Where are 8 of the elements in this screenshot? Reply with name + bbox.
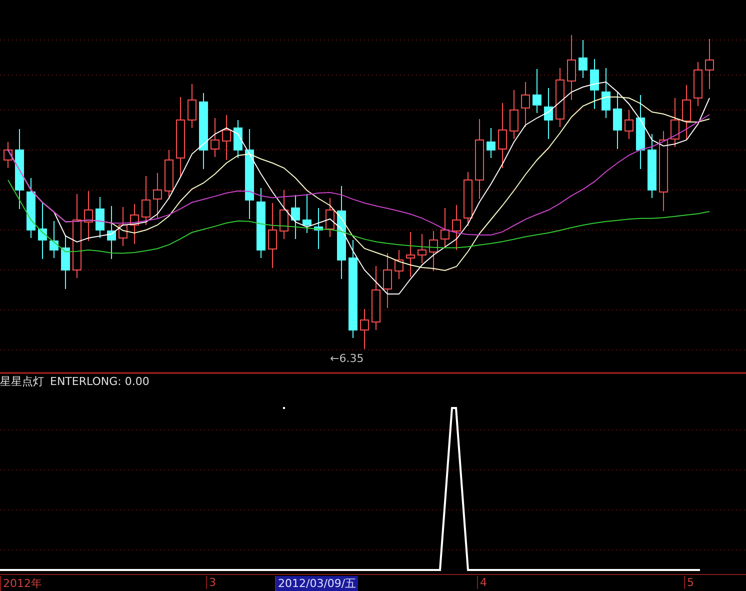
time-axis-label: 3 [206, 576, 218, 589]
time-axis-label: 2012年 [0, 576, 44, 591]
indicator-reading: ENTERLONG: 0.00 [50, 374, 150, 388]
time-axis-label: 4 [477, 576, 489, 589]
time-axis-label: 2012/03/09/五 [275, 576, 358, 591]
indicator-name: 星星点灯 [0, 374, 44, 388]
time-axis-label: 5 [684, 576, 696, 589]
low-price-label: ←6.35 [330, 352, 364, 365]
